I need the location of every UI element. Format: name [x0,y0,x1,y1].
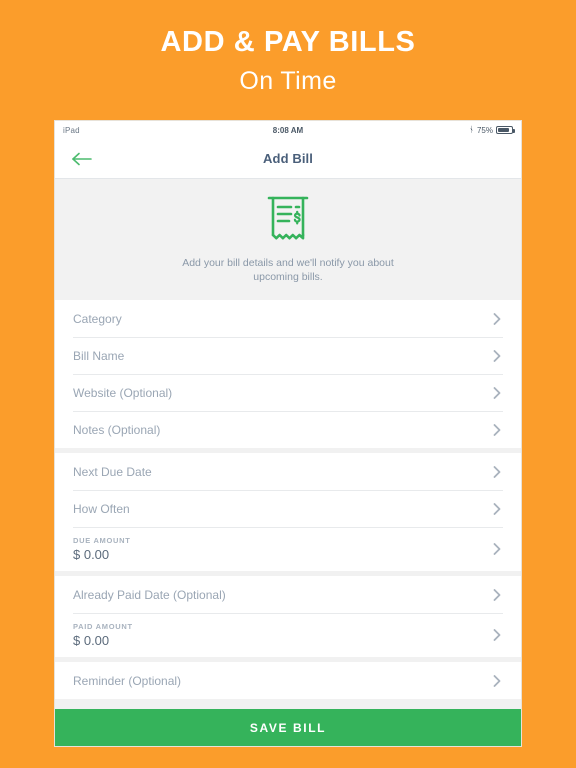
status-clock: 8:08 AM [272,125,304,135]
bluetooth-icon: ᛀ [469,125,474,134]
bottom-spacer [55,699,521,709]
arrow-left-icon [72,152,92,165]
page-title: Add Bill [263,151,313,166]
save-bill-button[interactable]: SAVE BILL [55,709,521,746]
form-group-details: Category Bill Name Website (Optional) No… [55,300,521,449]
hero-section: Add your bill details and we'll notify y… [55,179,521,301]
row-label: Bill Name [73,348,125,363]
row-label: Already Paid Date (Optional) [73,587,226,602]
row-caption: DUE AMOUNT [73,536,131,546]
chevron-right-icon [491,502,503,516]
chevron-right-icon [491,674,503,688]
save-bill-label: SAVE BILL [249,720,327,735]
row-value: $ 0.00 [73,547,110,563]
battery-icon [496,126,515,134]
chevron-right-icon [491,349,503,363]
chevron-right-icon [491,312,503,326]
row-label: Next Due Date [73,464,152,479]
back-button[interactable] [69,146,95,172]
row-caption: PAID AMOUNT [73,622,133,632]
hero-description: Add your bill details and we'll notify y… [182,257,394,284]
form-row-paid-amount[interactable]: PAID AMOUNT $ 0.00 [55,613,521,658]
row-label: How Often [73,501,130,516]
battery-percent-label: 75% [476,125,493,135]
chevron-right-icon [491,542,503,556]
chevron-right-icon [491,386,503,400]
promo-subtitle: On Time [239,67,337,96]
promo-banner: ADD & PAY BILLS On Time [0,0,576,118]
form-group-schedule: Next Due Date How Often DUE AMOUNT $ 0.0… [55,453,521,572]
row-label: Reminder (Optional) [73,673,182,688]
row-label: Website (Optional) [73,385,173,400]
device-frame: iPad 8:08 AM ᛀ 75% Add Bill Add your bil… [54,120,522,747]
promo-title: ADD & PAY BILLS [160,26,416,58]
form-row-next-due-date[interactable]: Next Due Date [55,453,521,491]
row-label: Notes (Optional) [73,422,161,437]
form-row-bill-name[interactable]: Bill Name [55,337,521,375]
navigation-bar: Add Bill [55,139,521,179]
receipt-icon [263,193,313,248]
form-row-notes[interactable]: Notes (Optional) [55,411,521,449]
ios-status-bar: iPad 8:08 AM ᛀ 75% [55,121,521,139]
form-group-paid: Already Paid Date (Optional) PAID AMOUNT… [55,576,521,658]
form-row-already-paid-date[interactable]: Already Paid Date (Optional) [55,576,521,614]
row-label: Category [73,311,122,326]
form-row-category[interactable]: Category [55,300,521,338]
chevron-right-icon [491,423,503,437]
row-value: $ 0.00 [73,633,110,649]
form-row-due-amount[interactable]: DUE AMOUNT $ 0.00 [55,527,521,572]
chevron-right-icon [491,628,503,642]
chevron-right-icon [491,465,503,479]
chevron-right-icon [491,588,503,602]
form-row-website[interactable]: Website (Optional) [55,374,521,412]
form-group-reminder: Reminder (Optional) [55,662,521,700]
status-indicators: ᛀ 75% [469,125,515,135]
form-scroll-area[interactable]: Add your bill details and we'll notify y… [55,179,521,709]
form-row-how-often[interactable]: How Often [55,490,521,528]
form-row-reminder[interactable]: Reminder (Optional) [55,662,521,700]
